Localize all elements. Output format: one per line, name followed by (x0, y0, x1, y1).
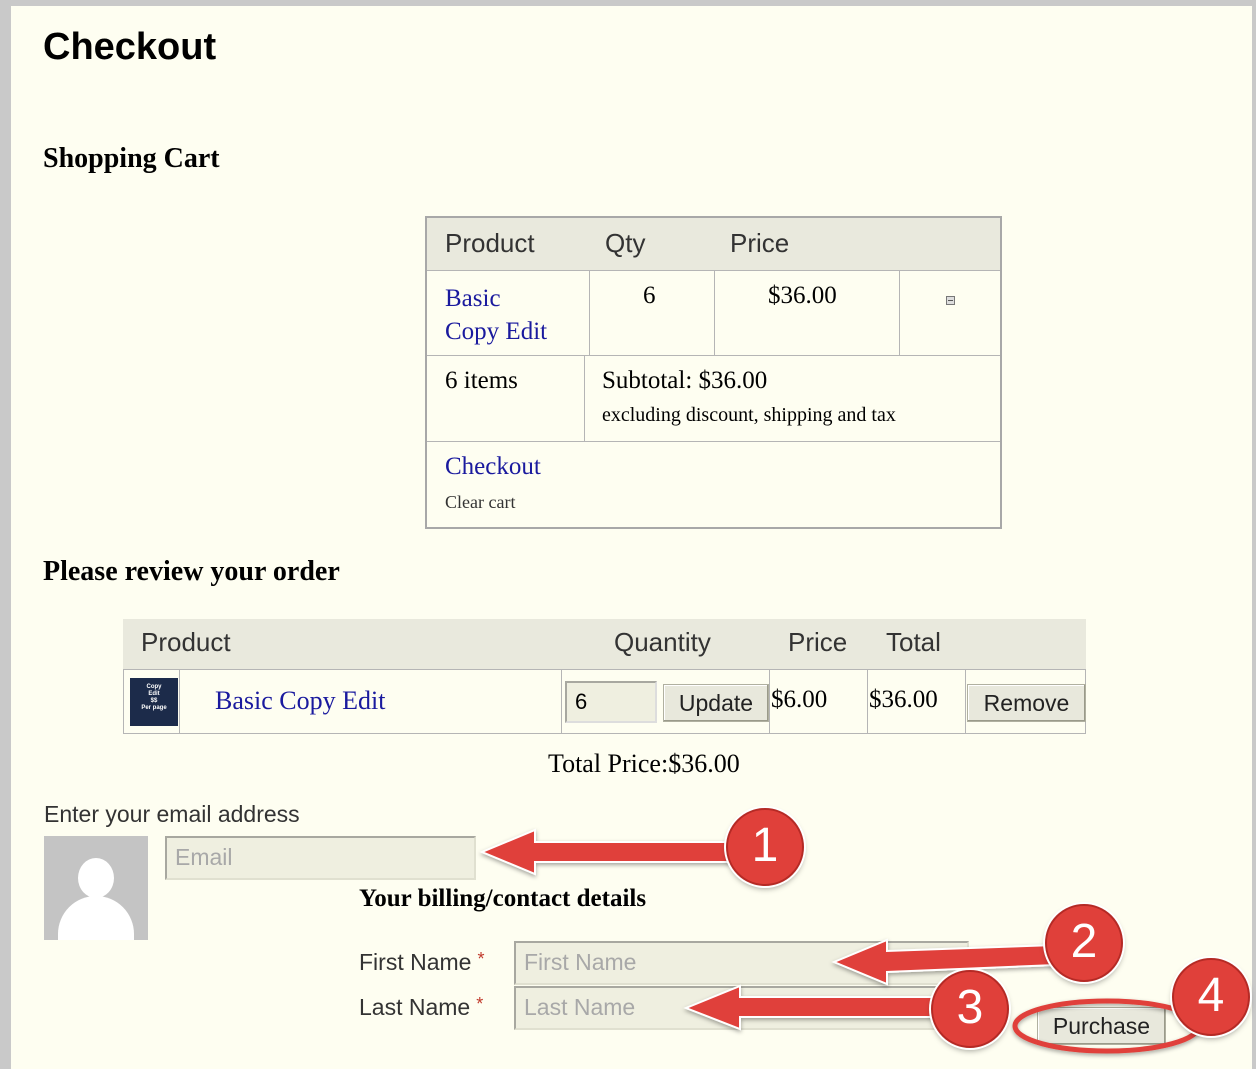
callout-3: 3 (931, 970, 1009, 1048)
purchase-highlight-ellipse (1012, 998, 1202, 1054)
arrow-3 (683, 984, 946, 1031)
callout-2: 2 (1045, 904, 1123, 982)
callout-4: 4 (1172, 958, 1250, 1036)
arrow-1 (479, 828, 736, 876)
callout-1: 1 (726, 808, 804, 886)
